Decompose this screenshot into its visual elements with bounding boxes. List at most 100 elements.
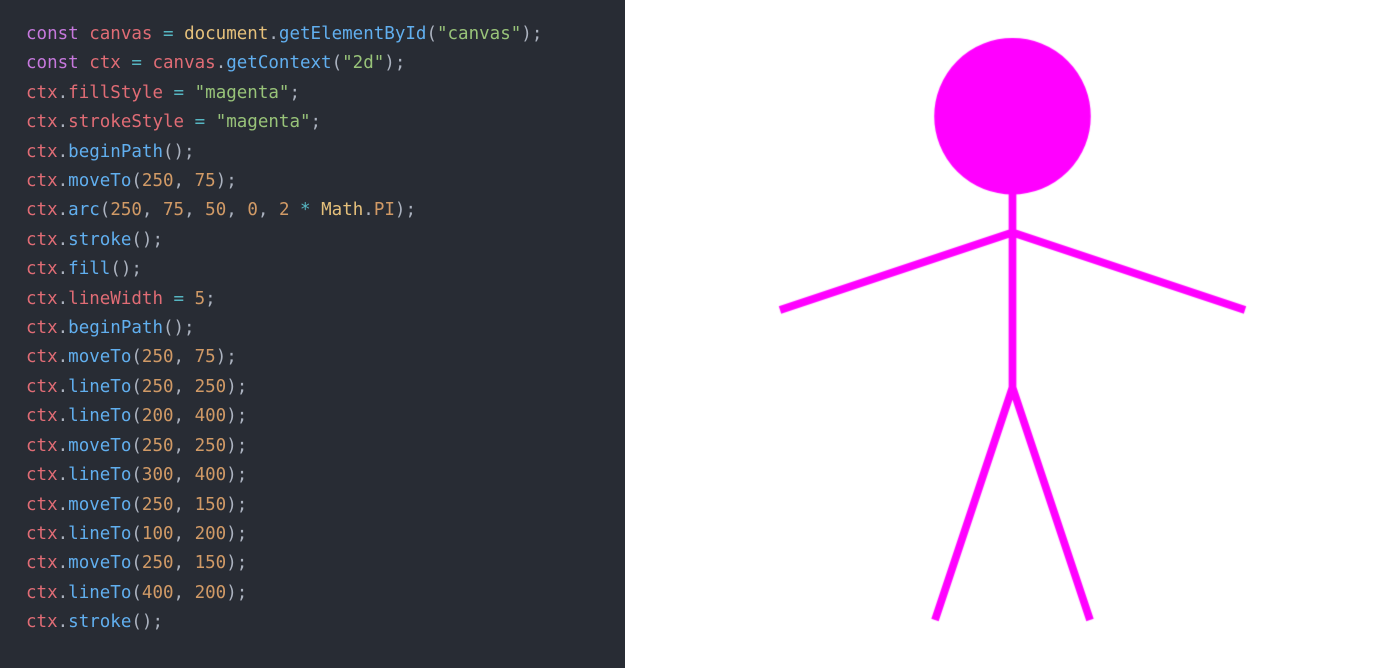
code-token: 250 [142,347,174,367]
code-token: ( [131,553,142,573]
code-token: ( [131,495,142,515]
code-token: ctx [26,171,58,191]
code-token: ); [226,436,247,456]
code-line: ctx.lineTo(100, 200); [26,520,599,549]
code-token: ctx [26,553,58,573]
code-line: ctx.fill(); [26,255,599,284]
code-token: , [174,171,195,191]
code-line: const canvas = document.getElementById("… [26,20,599,49]
code-token: ( [131,436,142,456]
code-token: ); [384,53,405,73]
code-token: = [174,83,185,103]
code-token: . [58,612,69,632]
code-token: "magenta" [195,83,290,103]
code-token: fill [68,259,110,279]
code-token: . [216,53,227,73]
code-token: , [174,583,195,603]
code-token: moveTo [68,347,131,367]
code-token: . [58,171,69,191]
code-token: = [195,112,206,132]
code-editor-panel: const canvas = document.getElementById("… [0,0,625,668]
code-token: moveTo [68,171,131,191]
code-token: (); [110,259,142,279]
code-token: , [174,495,195,515]
code-token: lineTo [68,524,131,544]
code-token: ctx [26,406,58,426]
code-token: = [174,289,185,309]
canvas-output-panel [625,0,1400,668]
code-token: 400 [195,465,227,485]
code-token: ctx [26,318,58,338]
code-token: ); [226,465,247,485]
code-token: , [174,406,195,426]
code-token: ctx [26,83,58,103]
code-token: 250 [142,377,174,397]
code-token: . [58,83,69,103]
code-token: ctx [26,230,58,250]
code-line: ctx.lineWidth = 5; [26,285,599,314]
code-token: stroke [68,612,131,632]
code-token: (); [131,612,163,632]
code-token: ctx [26,259,58,279]
code-token: "2d" [342,53,384,73]
code-token: . [58,524,69,544]
code-token: (); [163,142,195,162]
code-token: Math [321,200,363,220]
code-token: ( [131,583,142,603]
code-token: ); [216,171,237,191]
code-line: ctx.lineTo(250, 250); [26,373,599,402]
code-token: 75 [163,200,184,220]
code-token: ); [226,495,247,515]
code-token: = [131,53,142,73]
code-token: . [58,289,69,309]
code-token: . [58,318,69,338]
code-token: , [174,347,195,367]
code-token: "canvas" [437,24,521,44]
code-token: . [363,200,374,220]
code-token: = [163,24,174,44]
code-token [163,289,174,309]
code-token: ( [100,200,111,220]
code-token: 250 [142,436,174,456]
code-token [142,53,153,73]
code-token [289,200,300,220]
code-token: "magenta" [216,112,311,132]
code-line: ctx.beginPath(); [26,314,599,343]
code-token: ctx [26,524,58,544]
code-token: beginPath [68,318,163,338]
code-line: ctx.lineTo(300, 400); [26,461,599,490]
code-token: ); [226,377,247,397]
code-token: ); [226,553,247,573]
code-token: ( [131,377,142,397]
code-token: ctx [26,112,58,132]
code-token: (); [163,318,195,338]
code-token: 400 [195,406,227,426]
code-token: ); [216,347,237,367]
code-token: ; [311,112,322,132]
code-token: . [58,112,69,132]
code-token [184,83,195,103]
code-token: ctx [26,436,58,456]
code-token: getContext [226,53,331,73]
code-token: document [184,24,268,44]
code-token: . [58,436,69,456]
code-token: ); [521,24,542,44]
code-token: strokeStyle [68,112,184,132]
code-token: , [258,200,279,220]
code-token: getElementById [279,24,427,44]
code-line: ctx.moveTo(250, 150); [26,549,599,578]
code-token [121,53,132,73]
code-token: . [58,495,69,515]
code-token: (); [131,230,163,250]
code-token: ctx [26,377,58,397]
code-token: moveTo [68,553,131,573]
code-token: 75 [195,171,216,191]
code-token: 250 [142,171,174,191]
code-token: PI [374,200,395,220]
code-token: ctx [26,583,58,603]
code-token: . [58,465,69,485]
code-token [311,200,322,220]
code-token: 250 [142,553,174,573]
code-token: 2 [279,200,290,220]
code-token: ; [289,83,300,103]
